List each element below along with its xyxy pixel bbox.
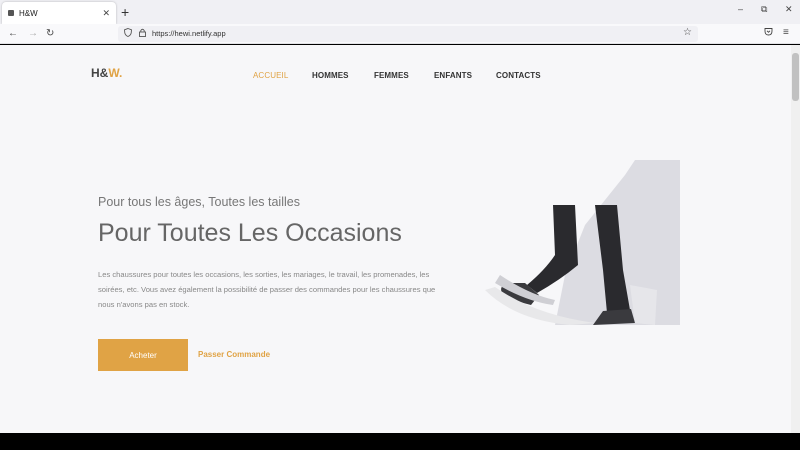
tracking-shield-icon[interactable] [124, 28, 132, 39]
site-favicon-icon [8, 10, 14, 16]
logo-accent: W [108, 66, 120, 80]
back-button[interactable]: ← [8, 27, 18, 41]
lock-icon[interactable] [139, 28, 146, 39]
hero-subtitle: Pour tous les âges, Toutes les tailles [98, 195, 300, 209]
logo-dot: . [119, 66, 123, 80]
address-bar[interactable]: https://hewi.netlify.app ☆ [118, 26, 698, 42]
reload-button[interactable]: ↻ [46, 27, 54, 41]
nav-link-enfants[interactable]: ENFANTS [434, 71, 472, 80]
navigation-toolbar: ← → ↻ https://hewi.netlify.app ☆ ≡ [0, 24, 800, 44]
nav-link-hommes[interactable]: HOMMES [312, 71, 349, 80]
minimize-window-button[interactable]: – [738, 4, 743, 14]
tab-bar: H&W ✕ + – ⧉ ✕ [0, 0, 800, 24]
forward-button[interactable]: → [28, 27, 38, 41]
tab-close-icon[interactable]: ✕ [102, 8, 110, 19]
nav-link-accueil[interactable]: ACCUEIL [253, 71, 288, 80]
menu-hamburger-icon[interactable]: ≡ [783, 27, 789, 38]
logo-text: H& [91, 66, 109, 80]
site-logo[interactable]: H&W. [91, 66, 122, 80]
page-scrollbar[interactable] [791, 45, 800, 433]
new-tab-button[interactable]: + [121, 4, 129, 20]
bookmark-star-icon[interactable]: ☆ [683, 27, 692, 38]
browser-tab[interactable]: H&W ✕ [2, 2, 116, 24]
hero-description: Les chaussures pour toutes les occasions… [98, 270, 436, 309]
web-page: H&W. ACCUEIL HOMMES FEMMES ENFANTS CONTA… [0, 45, 791, 433]
scrollbar-thumb[interactable] [792, 53, 799, 101]
restore-window-button[interactable]: ⧉ [761, 4, 767, 15]
nav-link-contacts[interactable]: CONTACTS [496, 71, 541, 80]
pocket-icon[interactable] [764, 27, 773, 39]
nav-link-femmes[interactable]: FEMMES [374, 71, 409, 80]
tab-title: H&W [19, 8, 38, 18]
url-text[interactable]: https://hewi.netlify.app [152, 29, 226, 38]
place-order-link[interactable]: Passer Commande [198, 350, 270, 359]
hero-headline: Pour Toutes Les Occasions [98, 219, 402, 247]
os-taskbar [0, 433, 800, 450]
buy-button[interactable]: Acheter [98, 339, 188, 371]
hero-shoes-image [485, 160, 680, 325]
close-window-button[interactable]: ✕ [785, 4, 793, 15]
